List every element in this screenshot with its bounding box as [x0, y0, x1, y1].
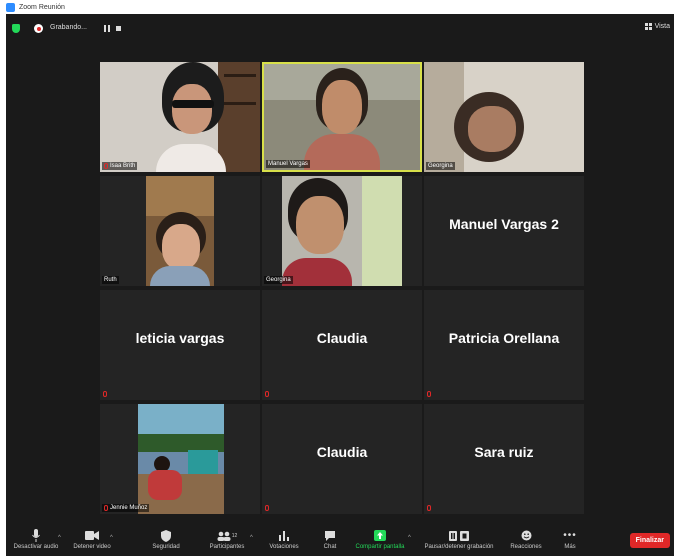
- microphone-icon: [32, 529, 40, 542]
- participant-video: [424, 62, 584, 172]
- participant-name: Patricia Orellana: [448, 330, 560, 346]
- participant-label: Jennie Muñoz: [102, 504, 150, 512]
- participant-name: Manuel Vargas 2: [449, 216, 559, 232]
- participants-button[interactable]: 12 Participantes: [202, 528, 252, 550]
- polls-label: Votaciones: [269, 544, 299, 550]
- share-screen-icon: [374, 530, 386, 541]
- participant-tile[interactable]: Isaa Brith: [100, 62, 260, 172]
- window-title: Zoom Reunión: [19, 3, 65, 11]
- participant-name: Sara ruiz: [474, 444, 534, 460]
- participant-tile[interactable]: Sara ruiz: [424, 404, 584, 514]
- participant-name: Georgina: [428, 163, 453, 169]
- participant-name: Manuel Vargas: [268, 161, 308, 167]
- participant-tile[interactable]: Ruth: [100, 176, 260, 286]
- participants-label: Participantes: [209, 544, 245, 550]
- participant-name: Jennie Muñoz: [110, 505, 148, 511]
- participant-tile[interactable]: Patricia Orellana: [424, 290, 584, 400]
- polls-bar-chart-icon: [279, 530, 289, 541]
- security-label: Seguridad: [152, 544, 180, 550]
- security-shield-icon: [161, 529, 171, 542]
- chat-bubble-icon: [325, 530, 335, 541]
- video-button[interactable]: Detener video: [68, 528, 116, 550]
- video-options-caret-icon[interactable]: ^: [110, 535, 113, 541]
- muted-mic-icon: [265, 505, 269, 511]
- participant-video: [146, 176, 214, 286]
- audio-options-caret-icon[interactable]: ^: [58, 535, 61, 541]
- participant-name: Isaa Brith: [110, 163, 136, 169]
- participant-tile-active-speaker[interactable]: Manuel Vargas: [262, 62, 422, 172]
- participant-tile[interactable]: Georgina: [424, 62, 584, 172]
- participant-tile[interactable]: Claudia: [262, 404, 422, 514]
- participant-tile[interactable]: Claudia: [262, 290, 422, 400]
- participant-tile[interactable]: Georgina: [262, 176, 422, 286]
- recording-icon: [34, 24, 43, 33]
- stop-recording-icon[interactable]: [116, 26, 121, 31]
- muted-mic-icon: [427, 391, 431, 397]
- share-label: Compartir pantalla: [355, 544, 405, 550]
- muted-mic-icon: [103, 391, 107, 397]
- more-dots-icon: •••: [563, 530, 577, 541]
- pause-stop-icon: [449, 530, 469, 541]
- grid-view-icon: [644, 23, 652, 30]
- meeting-topbar: Grabando... Vista: [6, 14, 674, 44]
- mute-button[interactable]: Desactivar audio: [10, 528, 62, 550]
- reactions-label: Reacciones: [510, 544, 542, 550]
- participant-video: [100, 62, 260, 172]
- security-button[interactable]: Seguridad: [146, 528, 186, 550]
- polls-button[interactable]: Votaciones: [264, 528, 304, 550]
- participants-caret-icon[interactable]: ^: [250, 535, 253, 541]
- recording-status: Grabando...: [50, 24, 87, 31]
- zoom-app-icon: [6, 2, 15, 12]
- participant-label: Isaa Brith: [102, 162, 138, 170]
- meeting-toolbar: Desactivar audio ^ Detener video ^ Segur…: [6, 526, 674, 556]
- participant-video: [264, 64, 420, 170]
- participant-tile[interactable]: Jennie Muñoz: [100, 404, 260, 514]
- muted-mic-icon: [104, 505, 108, 511]
- more-button[interactable]: ••• Más: [560, 528, 580, 550]
- mute-label: Desactivar audio: [13, 544, 59, 550]
- participant-name: Claudia: [316, 330, 368, 346]
- reactions-button[interactable]: Reacciones: [506, 528, 546, 550]
- view-label: Vista: [654, 23, 670, 30]
- chat-button[interactable]: Chat: [318, 528, 342, 550]
- video-camera-icon: [85, 531, 99, 540]
- security-shield-icon[interactable]: [12, 24, 20, 33]
- participant-video: [282, 176, 402, 286]
- record-label: Pausar/detener grabación: [424, 544, 494, 550]
- participant-name: leticia vargas: [135, 330, 225, 346]
- reactions-smiley-icon: [521, 530, 531, 541]
- participants-count: 12: [231, 532, 238, 539]
- participant-label: Georgina: [426, 162, 455, 170]
- muted-mic-icon: [427, 505, 431, 511]
- share-options-caret-icon[interactable]: ^: [408, 535, 411, 541]
- participant-name: Claudia: [316, 444, 368, 460]
- pause-stop-recording-button[interactable]: Pausar/detener grabación: [422, 528, 496, 550]
- chat-label: Chat: [323, 544, 337, 550]
- share-screen-button[interactable]: Compartir pantalla: [352, 528, 408, 550]
- meeting-window: Grabando... Vista Isaa Brith Manuel Varg…: [6, 14, 674, 556]
- muted-mic-icon: [104, 163, 108, 169]
- participant-name: Ruth: [104, 277, 117, 283]
- video-label: Detener video: [73, 544, 111, 550]
- view-button[interactable]: Vista: [644, 23, 670, 30]
- more-label: Más: [564, 544, 576, 550]
- participant-label: Ruth: [102, 276, 119, 284]
- pause-recording-icon[interactable]: [104, 25, 110, 32]
- participant-tile[interactable]: leticia vargas: [100, 290, 260, 400]
- participant-tile[interactable]: Manuel Vargas 2: [424, 176, 584, 286]
- participant-label: Georgina: [264, 276, 293, 284]
- window-titlebar: Zoom Reunión: [0, 0, 680, 14]
- participants-icon: [217, 531, 231, 541]
- participant-label: Manuel Vargas: [266, 160, 310, 168]
- end-meeting-button[interactable]: Finalizar: [629, 533, 670, 548]
- muted-mic-icon: [265, 391, 269, 397]
- participant-video: [138, 404, 224, 514]
- participant-name: Georgina: [266, 277, 291, 283]
